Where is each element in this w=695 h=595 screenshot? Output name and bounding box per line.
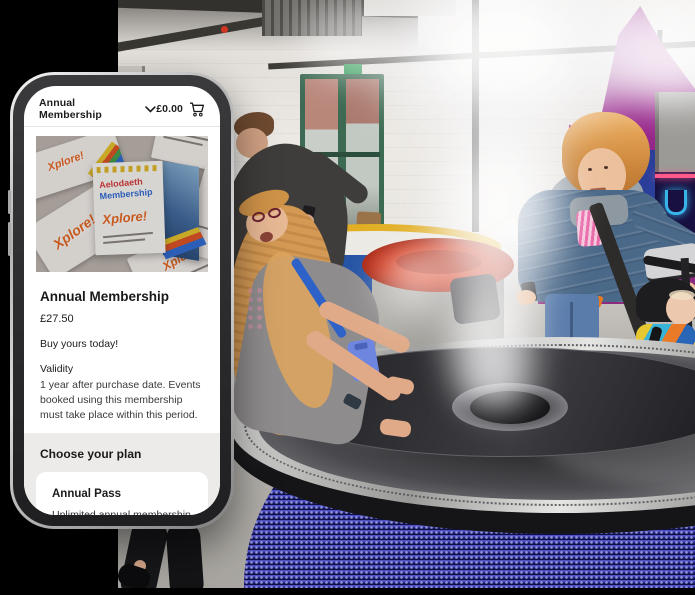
product-tagline: Buy yours today! <box>40 338 204 350</box>
neon-pink-tube <box>655 174 695 178</box>
plan-name: Annual Pass <box>52 488 192 500</box>
volume-button-down <box>8 222 11 256</box>
phone-screen: Annual Membership £0.00 <box>24 86 220 515</box>
shop-header: Annual Membership £0.00 <box>24 86 220 126</box>
cart-button[interactable]: £0.00 <box>156 102 205 117</box>
product-title: Annual Membership <box>40 289 204 304</box>
plan-option-annual-pass[interactable]: Annual Pass Unlimited annual membership <box>36 472 208 515</box>
validity-label: Validity <box>40 363 204 375</box>
image-dim-overlay <box>36 136 208 272</box>
plan-section: Choose your plan Annual Pass Unlimited a… <box>24 433 220 515</box>
smoke-puff-left <box>368 235 463 330</box>
validity-text: 1 year after purchase date. Events booke… <box>40 378 204 424</box>
phone-frame: Annual Membership £0.00 <box>13 75 231 526</box>
plan-section-title: Choose your plan <box>40 447 208 461</box>
volume-button-up <box>8 190 11 214</box>
cart-icon <box>189 102 205 117</box>
woman-eye-left <box>588 168 592 171</box>
fire-alarm <box>221 26 228 33</box>
membership-selector[interactable]: Annual Membership <box>39 97 156 121</box>
cart-total: £0.00 <box>156 103 183 115</box>
product-price: £27.50 <box>40 313 204 325</box>
baby-hair-wisp <box>669 290 695 300</box>
woman-eye-right <box>604 166 608 169</box>
phone-mockup: Annual Membership £0.00 <box>10 72 234 529</box>
selector-label: Annual Membership <box>39 97 139 121</box>
header-divider <box>24 126 220 127</box>
neon-letter-u <box>665 190 687 215</box>
badge-clip <box>354 342 368 350</box>
page: Annual Membership £0.00 <box>0 0 695 595</box>
plan-description: Unlimited annual membership <box>52 509 192 515</box>
smoke-at-hole <box>448 345 543 420</box>
chevron-down-icon <box>145 106 156 113</box>
girl-leg-2 <box>165 521 204 588</box>
product-image: Xplore! Xplore! Xplore! <box>36 136 208 272</box>
